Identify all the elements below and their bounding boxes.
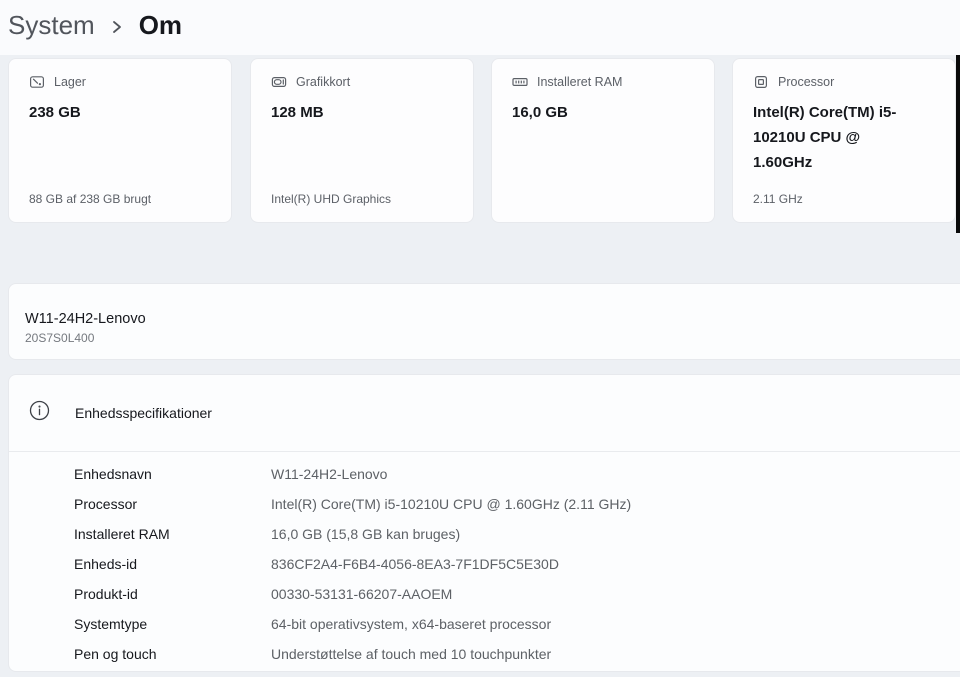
spec-rows: Enhedsnavn W11-24H2-Lenovo Processor Int… [74,459,957,669]
spec-row-device-id: Enheds-id 836CF2A4-F6B4-4056-8EA3-7F1DF5… [74,549,957,579]
chevron-right-icon [112,19,122,35]
storage-card: Lager 238 GB 88 GB af 238 GB brugt [8,58,232,223]
spec-row-system-type: Systemtype 64-bit operativsystem, x64-ba… [74,609,957,639]
breadcrumb: System Om [8,5,182,45]
breadcrumb-system[interactable]: System [8,10,95,41]
spec-value: Intel(R) Core(TM) i5-10210U CPU @ 1.60GH… [271,496,631,512]
storage-card-label: Lager [54,75,86,89]
settings-about-page: System Om Lager 238 GB 88 GB af 238 GB b… [0,0,960,677]
page-title: Om [139,10,182,41]
spec-value: 64-bit operativsystem, x64-baseret proce… [271,616,551,632]
spec-row-product-id: Produkt-id 00330-53131-66207-AAOEM [74,579,957,609]
spec-label: Enheds-id [74,556,271,572]
screen-edge-strip [956,55,960,233]
cpu-icon [753,74,769,90]
ram-card-label: Installeret RAM [537,75,622,89]
graphics-card-label: Grafikkort [296,75,350,89]
ram-icon [512,74,528,90]
spec-row-processor: Processor Intel(R) Core(TM) i5-10210U CP… [74,489,957,519]
processor-card: Processor Intel(R) Core(TM) i5-10210U CP… [732,58,956,223]
info-icon [29,400,50,426]
processor-card-label: Processor [778,75,834,89]
processor-card-value: Intel(R) Core(TM) i5-10210U CPU @ 1.60GH… [753,100,911,175]
spec-label: Processor [74,496,271,512]
spec-label: Enhedsnavn [74,466,271,482]
spec-label: Installeret RAM [74,526,271,542]
storage-icon [29,74,45,90]
storage-card-value: 238 GB [29,100,213,125]
graphics-card-subtext: Intel(R) UHD Graphics [271,192,391,206]
spec-label: Produkt-id [74,586,271,602]
device-specifications-title: Enhedsspecifikationer [75,405,212,421]
device-name: W11-24H2-Lenovo [25,311,146,327]
ram-card-value: 16,0 GB [512,100,696,125]
device-specifications-header[interactable]: Enhedsspecifikationer [9,375,960,451]
device-model: 20S7S0L400 [25,331,94,345]
device-specifications-card: Enhedsspecifikationer Enhedsnavn W11-24H… [8,374,960,672]
spec-label: Pen og touch [74,646,271,662]
device-name-card: W11-24H2-Lenovo 20S7S0L400 [8,283,960,360]
spec-row-installed-ram: Installeret RAM 16,0 GB (15,8 GB kan bru… [74,519,957,549]
graphics-card-value: 128 MB [271,100,455,125]
spec-value: W11-24H2-Lenovo [271,466,387,482]
spec-value: 00330-53131-66207-AAOEM [271,586,452,602]
spec-value: 836CF2A4-F6B4-4056-8EA3-7F1DF5C5E30D [271,556,559,572]
spec-row-pen-touch: Pen og touch Understøttelse af touch med… [74,639,957,669]
divider [9,451,960,452]
processor-card-subtext: 2.11 GHz [753,192,803,206]
spec-value: 16,0 GB (15,8 GB kan bruges) [271,526,460,542]
gpu-icon [271,74,287,90]
storage-card-subtext: 88 GB af 238 GB brugt [29,192,151,206]
spec-row-device-name: Enhedsnavn W11-24H2-Lenovo [74,459,957,489]
spec-label: Systemtype [74,616,271,632]
graphics-card: Grafikkort 128 MB Intel(R) UHD Graphics [250,58,474,223]
spec-value: Understøttelse af touch med 10 touchpunk… [271,646,551,662]
ram-card: Installeret RAM 16,0 GB [491,58,715,223]
